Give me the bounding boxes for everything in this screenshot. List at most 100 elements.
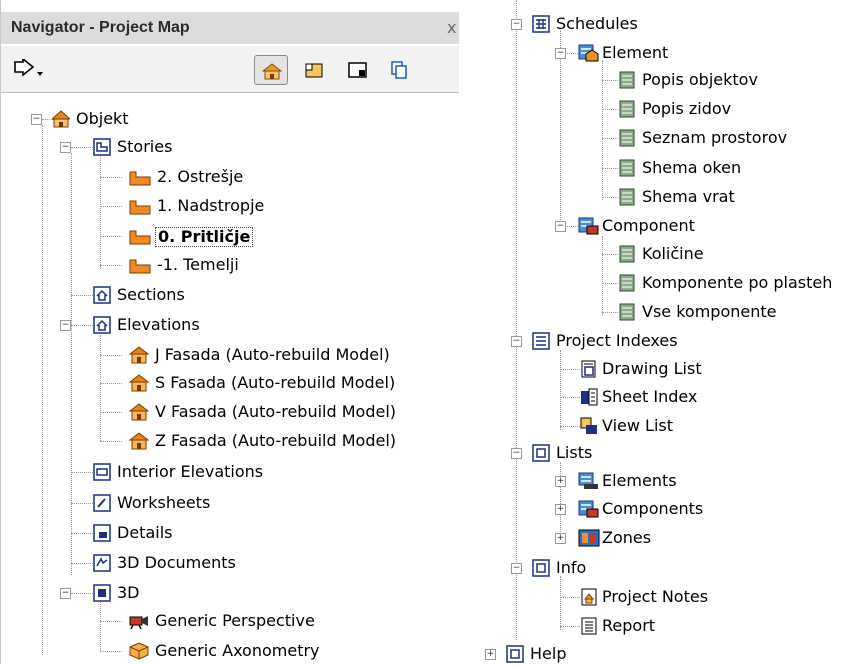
tree-label: Help <box>530 644 567 663</box>
camera-icon <box>129 616 148 630</box>
navigator-toolbar <box>1 46 459 93</box>
tree-label: Components <box>602 499 704 518</box>
elevation-house-icon <box>128 346 150 364</box>
collapse-toggle[interactable]: − <box>555 48 566 59</box>
info-icon <box>532 559 550 577</box>
collapse-toggle[interactable]: − <box>60 320 71 331</box>
3d-document-icon <box>93 554 111 572</box>
tree-label: Element <box>602 43 669 62</box>
tree-label: 0. Pritličje <box>155 227 254 247</box>
collapse-toggle[interactable]: − <box>60 142 71 153</box>
table-icon <box>619 129 635 147</box>
tree-label: Shema vrat <box>642 187 735 206</box>
interior-elevation-icon <box>93 463 111 481</box>
tree-label: 1. Nadstropje <box>157 196 265 215</box>
close-button[interactable]: x <box>447 18 456 37</box>
tree-label: Schedules <box>556 14 638 33</box>
navigator-panel: Navigator - Project Map x − Objekt − Sto… <box>0 0 459 664</box>
elevation-house-icon <box>128 374 150 392</box>
tree-label: Sections <box>117 285 185 304</box>
tree-label: Project Notes <box>602 587 709 606</box>
tree-label: View List <box>602 416 674 435</box>
project-map-button[interactable] <box>254 55 288 85</box>
table-icon <box>619 71 635 89</box>
tree-label: Generic Perspective <box>155 611 315 630</box>
zones-list-icon <box>578 529 600 547</box>
project-house-icon <box>52 110 70 128</box>
publish-button[interactable] <box>9 55 53 85</box>
tree-label: Worksheets <box>117 493 211 512</box>
collapse-toggle[interactable]: − <box>511 448 522 459</box>
table-icon <box>619 188 635 206</box>
tree-label: Količine <box>642 244 704 263</box>
tree-label: Drawing List <box>602 359 702 378</box>
table-icon <box>619 245 635 263</box>
tree-label: Vse komponente <box>642 302 777 321</box>
section-icon <box>93 286 111 304</box>
publisher-sets-button[interactable] <box>384 55 418 85</box>
tree-label: Generic Axonometry <box>155 641 320 660</box>
collapse-toggle[interactable]: − <box>511 563 522 574</box>
expand-toggle[interactable]: + <box>555 533 566 544</box>
story-icon <box>129 171 151 186</box>
story-icon <box>129 200 151 215</box>
stories-icon <box>93 138 111 156</box>
drawing-list-icon <box>581 360 596 378</box>
tree-label: Sheet Index <box>602 387 698 406</box>
collapse-toggle[interactable]: − <box>31 114 42 125</box>
collapse-toggle[interactable]: − <box>511 336 522 347</box>
component-schedule-icon <box>578 217 599 235</box>
tree-label: Zones <box>602 528 652 547</box>
tree-label: 2. Ostrešje <box>157 167 244 186</box>
tree-label: 3D Documents <box>117 553 236 572</box>
elevation-icon <box>93 316 111 334</box>
tree-label: 3D <box>117 583 140 602</box>
layout-book-icon <box>348 62 367 78</box>
story-icon <box>129 259 151 274</box>
element-schedule-icon <box>578 44 599 62</box>
tree-label: Stories <box>117 137 173 156</box>
tree-label: -1. Temelji <box>157 255 239 274</box>
elevation-house-icon <box>128 432 150 450</box>
tree-label: J Fasada (Auto-rebuild Model) <box>155 345 390 364</box>
tree-label: Z Fasada (Auto-rebuild Model) <box>155 431 397 450</box>
expand-toggle[interactable]: + <box>485 649 496 660</box>
worksheet-icon <box>93 494 111 512</box>
tree-label: Popis objektov <box>642 70 758 89</box>
expand-toggle[interactable]: + <box>555 504 566 515</box>
tree-label: S Fasada (Auto-rebuild Model) <box>155 373 396 392</box>
navigator-titlebar: Navigator - Project Map x <box>1 12 459 44</box>
tree-label: V Fasada (Auto-rebuild Model) <box>155 402 396 421</box>
tree-label: Component <box>602 216 695 235</box>
list-icon <box>532 444 550 462</box>
tree-label: Seznam prostorov <box>642 128 788 147</box>
publish-arrow-icon <box>14 59 43 77</box>
table-icon <box>619 100 635 118</box>
tree-label: Project Indexes <box>556 331 678 350</box>
project-notes-icon <box>581 588 597 606</box>
tree-label: Info <box>556 558 587 577</box>
element-list-icon <box>578 472 598 489</box>
collapse-toggle[interactable]: − <box>555 221 566 232</box>
tree-label: Report <box>602 616 656 635</box>
table-icon <box>619 159 635 177</box>
tree-label: Elements <box>602 471 677 490</box>
tree-label: Shema oken <box>642 158 742 177</box>
expand-toggle[interactable]: + <box>555 476 566 487</box>
collapse-toggle[interactable]: − <box>60 588 71 599</box>
tree-label: Interior Elevations <box>117 462 264 481</box>
table-icon <box>619 303 635 321</box>
navigator-tree-continued: − Schedules − Element Popis objektov Pop… <box>485 0 859 664</box>
report-icon <box>581 617 597 635</box>
view-map-button[interactable] <box>298 55 332 85</box>
tree-label: Details <box>117 523 173 542</box>
tree-label: Objekt <box>76 109 129 128</box>
table-icon <box>619 274 635 292</box>
story-icon <box>129 230 151 245</box>
schedule-icon <box>532 15 550 33</box>
layout-book-button[interactable] <box>341 55 375 85</box>
sheet-index-icon <box>581 388 598 406</box>
tree-label: Elevations <box>117 315 200 334</box>
collapse-toggle[interactable]: − <box>511 19 522 30</box>
project-index-icon <box>532 332 550 350</box>
